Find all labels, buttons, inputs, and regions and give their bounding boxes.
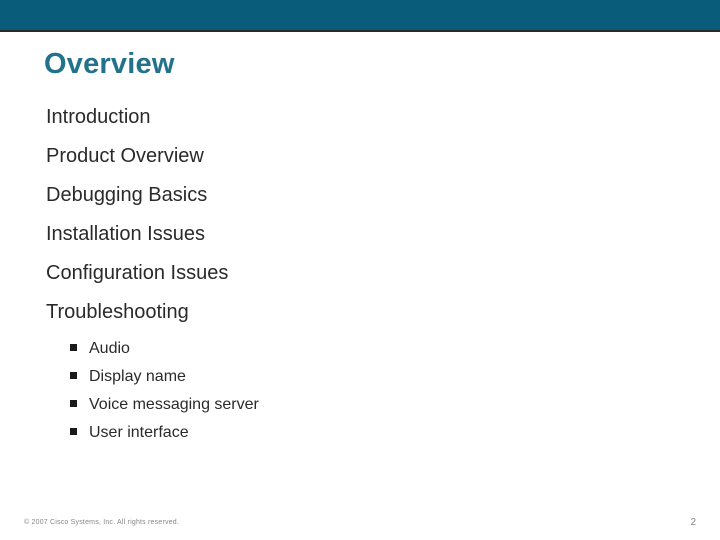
sub-item-label: Voice messaging server <box>89 395 259 415</box>
sub-item: Audio <box>70 339 676 359</box>
page-number: 2 <box>690 517 696 528</box>
footer: © 2007 Cisco Systems, Inc. All rights re… <box>24 517 696 528</box>
sub-item-label: Display name <box>89 367 186 387</box>
copyright-text: © 2007 Cisco Systems, Inc. All rights re… <box>24 519 179 526</box>
sub-item: User interface <box>70 423 676 443</box>
agenda-item: Troubleshooting <box>46 300 676 325</box>
agenda-item: Configuration Issues <box>46 261 676 286</box>
square-bullet-icon <box>70 400 77 407</box>
sub-item-label: Audio <box>89 339 130 359</box>
agenda-item: Product Overview <box>46 144 676 169</box>
agenda-item: Introduction <box>46 105 676 130</box>
square-bullet-icon <box>70 372 77 379</box>
header-bar <box>0 0 720 32</box>
slide-content: Overview Introduction Product Overview D… <box>44 48 676 451</box>
square-bullet-icon <box>70 344 77 351</box>
sub-item-label: User interface <box>89 423 189 443</box>
agenda-item: Debugging Basics <box>46 183 676 208</box>
sub-item: Voice messaging server <box>70 395 676 415</box>
agenda-item: Installation Issues <box>46 222 676 247</box>
sub-list: Audio Display name Voice messaging serve… <box>70 339 676 443</box>
slide-title: Overview <box>44 48 676 81</box>
agenda-list: Introduction Product Overview Debugging … <box>46 105 676 443</box>
sub-item: Display name <box>70 367 676 387</box>
square-bullet-icon <box>70 428 77 435</box>
